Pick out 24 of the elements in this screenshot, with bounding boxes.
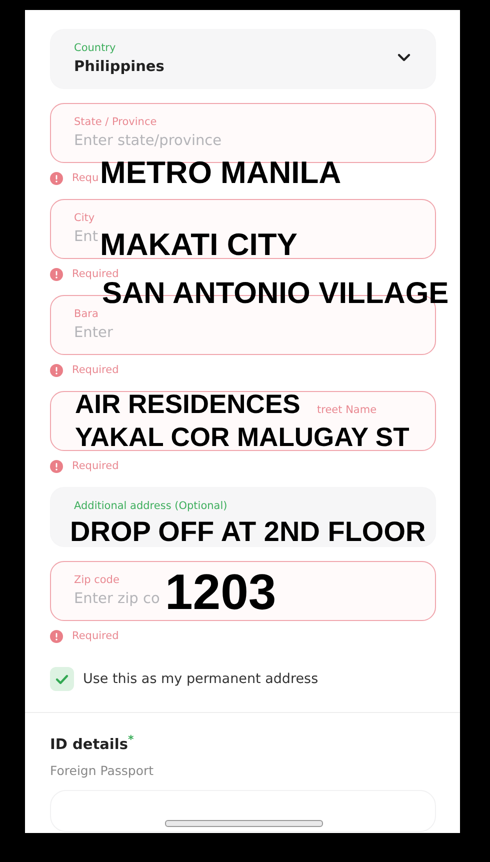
error-icon <box>50 364 63 376</box>
document-type: Foreign Passport <box>50 762 155 778</box>
home-indicator[interactable] <box>165 820 323 827</box>
input-field[interactable] <box>50 790 436 832</box>
error-icon <box>50 172 63 184</box>
checkbox[interactable] <box>50 667 74 691</box>
error-icon <box>50 460 63 472</box>
error-icon <box>50 630 63 642</box>
section-title: ID details$^{*}$ <box>50 733 135 753</box>
checkbox-label: Use this as my permanent address <box>83 671 318 687</box>
error-icon <box>50 268 63 280</box>
overlay-caption: MAKATI CITY <box>100 229 298 260</box>
country-select[interactable]: Country Philippines <box>50 29 436 89</box>
overlay-caption: 1203 <box>165 567 276 617</box>
chevron-down-icon <box>397 53 411 63</box>
check-icon <box>55 674 69 684</box>
error-text: Required <box>72 364 119 376</box>
overlay-caption: YAKAL COR MALUGAY ST <box>75 421 410 454</box>
error-text: Required <box>72 460 119 472</box>
error-text: Required <box>72 268 119 280</box>
overlay-caption: DROP OFF AT 2ND FLOOR <box>70 518 426 546</box>
error-text: Required <box>72 630 119 642</box>
overlay-caption: AIR RESIDENCES <box>75 388 300 421</box>
error-text: Requ <box>72 172 99 184</box>
